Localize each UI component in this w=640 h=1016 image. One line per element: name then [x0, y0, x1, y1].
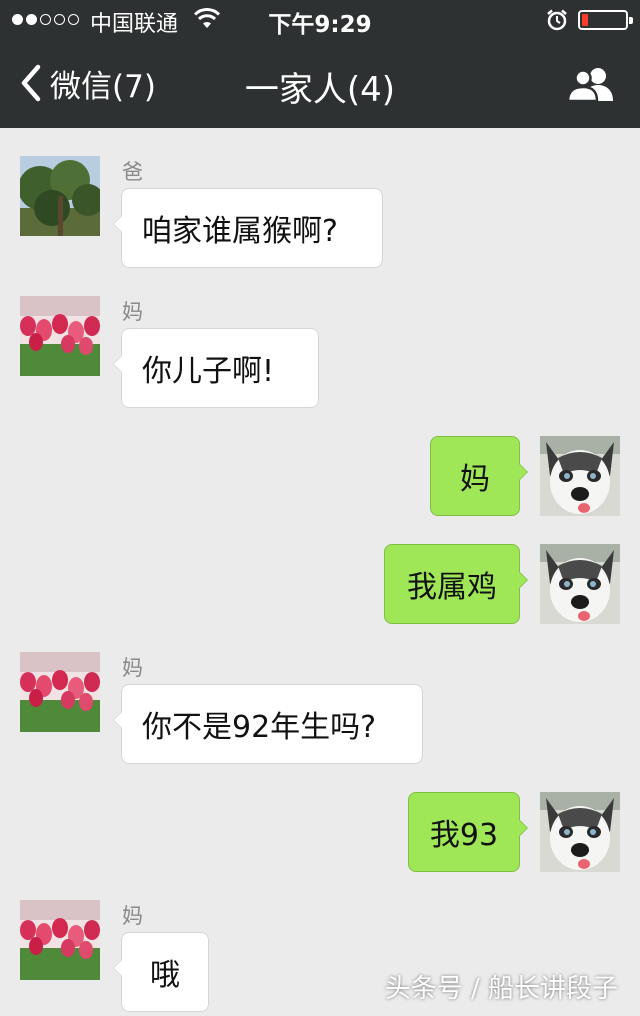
alarm-icon: [547, 9, 567, 31]
sender-name: 妈: [122, 300, 143, 324]
sender-name: 爸: [122, 160, 143, 184]
message-bubble[interactable]: 我93: [408, 792, 528, 872]
chat-title: 一家人(4): [244, 70, 396, 110]
message-bubble[interactable]: 哦: [113, 932, 209, 1012]
tulip-photo-avatar[interactable]: [20, 652, 100, 732]
husky-photo-avatar[interactable]: [540, 436, 620, 516]
top-bar: 中国联通 下午9:29 微信(7) 一家人(4): [0, 0, 640, 128]
watermark: 头条号 / 船长讲段子: [384, 974, 618, 1004]
tree-photo-avatar[interactable]: [20, 156, 100, 236]
tulip-photo-avatar[interactable]: [20, 296, 100, 376]
status-time: 下午9:29: [268, 12, 372, 38]
group-members-icon[interactable]: [566, 66, 616, 102]
sender-name: 妈: [122, 904, 143, 928]
message-bubble[interactable]: 妈: [430, 436, 528, 516]
message-bubble[interactable]: 我属鸡: [384, 544, 528, 624]
message-bubble[interactable]: 你儿子啊!: [113, 328, 319, 408]
message-bubble[interactable]: 咱家谁属猴啊?: [113, 188, 383, 268]
tulip-photo-avatar[interactable]: [20, 900, 100, 980]
sender-name: 妈: [122, 656, 143, 680]
status-bar: 中国联通 下午9:29: [0, 0, 640, 40]
battery-level: [582, 14, 588, 26]
message-bubble[interactable]: 你不是92年生吗?: [113, 684, 423, 764]
battery-icon: [578, 10, 633, 30]
husky-photo-avatar[interactable]: [540, 544, 620, 624]
husky-photo-avatar[interactable]: [540, 792, 620, 872]
